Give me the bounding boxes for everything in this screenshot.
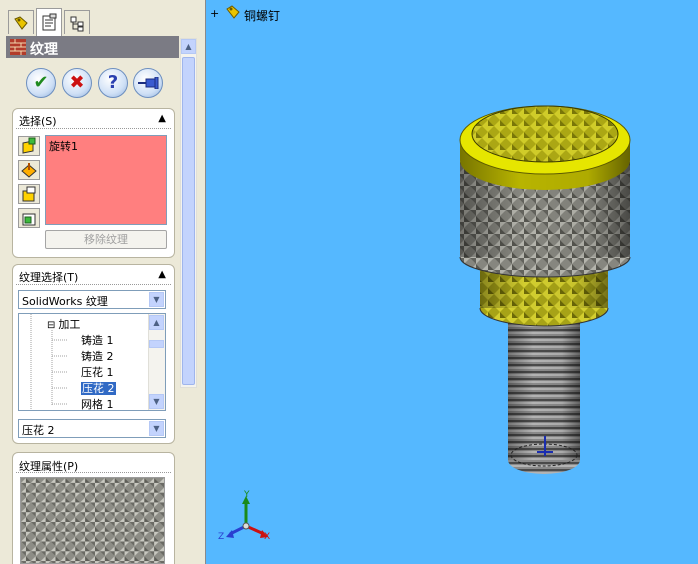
yellow-rim	[459, 105, 631, 190]
configurationmanager-tab[interactable]	[64, 10, 90, 34]
propertymanager-tab[interactable]	[36, 8, 62, 36]
propertymanager-icon	[42, 13, 57, 31]
feature-select-icon	[21, 163, 37, 178]
configurationmanager-icon	[70, 16, 84, 32]
pm-title: 纹理	[30, 42, 58, 58]
tree-item[interactable]: 铸造 2	[81, 348, 114, 364]
selected-texture-select[interactable]: 压花 2 ▼	[18, 419, 166, 438]
selected-entity-item[interactable]: 旋转1	[49, 138, 78, 154]
axis-z-label: Z	[218, 532, 225, 542]
select-parts-button[interactable]	[18, 208, 40, 228]
face-select-icon	[22, 137, 36, 154]
tree-scrollbar[interactable]: ▲ ▼	[148, 314, 165, 410]
texture-library-value: SolidWorks 纹理	[22, 295, 108, 308]
tree-item-label: 压花 2	[81, 382, 116, 395]
remove-texture-button[interactable]: 移除纹理	[45, 230, 167, 249]
texture-brick-icon	[10, 39, 26, 55]
question-icon: ?	[107, 72, 119, 93]
pushpin-icon	[138, 77, 159, 89]
tree-item-label: 铸造 2	[81, 350, 114, 363]
featuremanager-icon	[14, 16, 28, 30]
texture-preview	[20, 477, 165, 564]
tree-item[interactable]: 铸造 1	[81, 332, 114, 348]
close-icon: ✖	[69, 72, 85, 93]
help-button[interactable]: ?	[98, 68, 128, 98]
tree-item[interactable]: ⊟ 加工	[47, 316, 80, 332]
part-select-icon	[22, 213, 36, 226]
property-manager-pane: 纹理 ✔ ✖ ? 选择(S) ▲ 旋转1 移除纹理 纹理选择(T) ▲ Soli…	[0, 0, 206, 564]
tree-item-label: 网格 1	[81, 398, 114, 411]
select-faces-button[interactable]	[18, 136, 40, 156]
selection-header[interactable]: 选择(S)	[19, 113, 57, 129]
select-bodies-button[interactable]	[18, 184, 40, 204]
texture-library-select[interactable]: SolidWorks 纹理 ▼	[18, 290, 166, 309]
featuremanager-tab[interactable]	[8, 10, 34, 34]
tree-item-label: 铸造 1	[81, 334, 114, 347]
axis-x-label: X	[264, 532, 271, 542]
cancel-button[interactable]: ✖	[62, 68, 92, 98]
screw-model[interactable]	[206, 0, 698, 564]
divider	[16, 284, 171, 285]
body-select-icon	[22, 186, 36, 202]
collapse-caret-icon[interactable]: ▲	[158, 113, 166, 124]
scroll-up-icon[interactable]: ▲	[181, 39, 196, 54]
chevron-down-icon[interactable]: ▼	[149, 292, 164, 307]
tree-item-label: 加工	[58, 318, 81, 331]
select-features-button[interactable]	[18, 160, 40, 180]
pm-title-bar: 纹理	[6, 36, 179, 58]
pm-scrollbar[interactable]: ▲	[180, 38, 197, 388]
check-icon: ✔	[33, 72, 49, 93]
ok-button[interactable]: ✔	[26, 68, 56, 98]
axis-y-label: Y	[244, 490, 250, 500]
divider	[16, 472, 171, 473]
texture-tree[interactable]: ⊟ 加工 铸造 1 铸造 2 压花 1 压花 2 网格 1 ▲ ▼	[18, 313, 166, 411]
tree-item[interactable]: 网格 1	[81, 396, 114, 411]
scroll-down-icon[interactable]: ▼	[149, 394, 164, 409]
scrollbar-thumb[interactable]	[182, 57, 195, 385]
tree-item[interactable]: 压花 2	[81, 380, 116, 396]
selected-entities-list[interactable]: 旋转1	[45, 135, 167, 225]
graphics-viewport[interactable]: + 铜螺钉 Y X Z	[206, 0, 698, 564]
collapse-caret-icon[interactable]: ▲	[158, 269, 166, 280]
tree-item[interactable]: 压花 1	[81, 364, 114, 380]
texture-select-header[interactable]: 纹理选择(T)	[19, 269, 78, 285]
scrollbar-thumb[interactable]	[149, 340, 164, 348]
scroll-up-icon[interactable]: ▲	[149, 315, 164, 330]
selected-texture-value: 压花 2	[22, 424, 55, 437]
manager-tab-bar	[0, 0, 205, 36]
divider	[16, 128, 171, 129]
pin-button[interactable]	[133, 68, 163, 98]
chevron-down-icon[interactable]: ▼	[149, 421, 164, 436]
tree-item-label: 压花 1	[81, 366, 114, 379]
collapse-toggle-icon[interactable]: ⊟	[47, 320, 55, 331]
